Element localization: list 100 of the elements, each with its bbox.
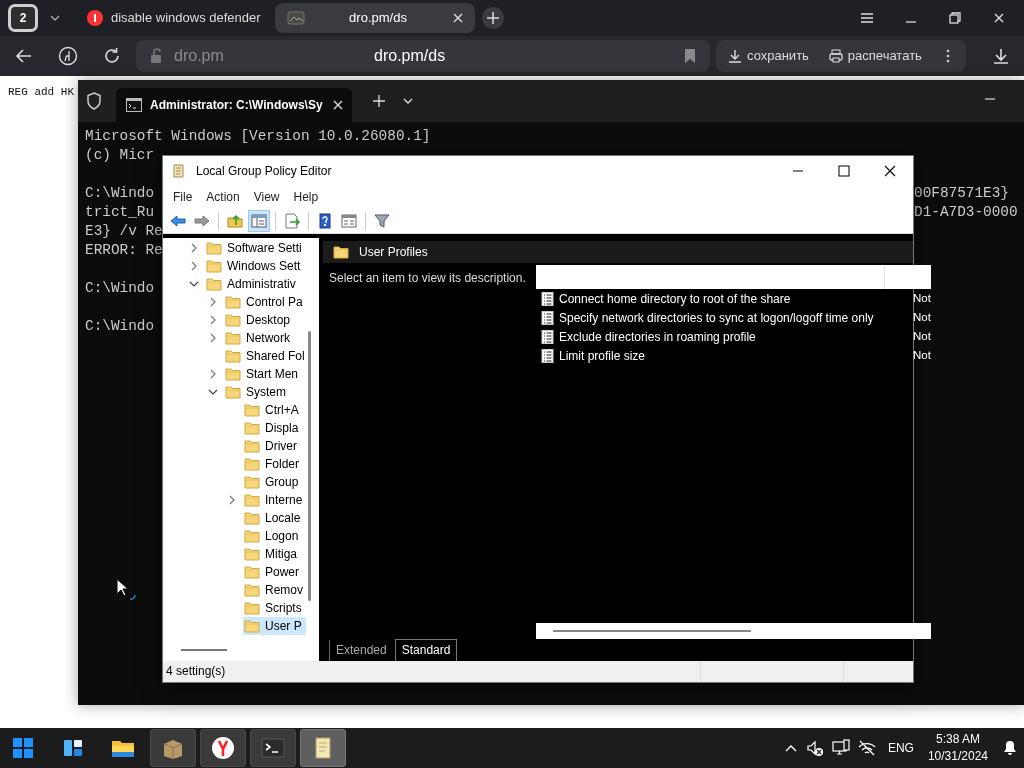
tree-item[interactable]: Shared Fol [224, 347, 309, 365]
folder-icon [244, 600, 260, 616]
domain-text: dro.pm [174, 46, 225, 66]
chevron-down-icon[interactable] [208, 387, 218, 397]
save-button[interactable]: сохранить [724, 43, 813, 69]
setting-name[interactable]: Exclude directories in roaming profile [559, 327, 913, 346]
speaker-muted-icon[interactable] [805, 739, 824, 757]
folder-icon [244, 402, 260, 418]
tab-count-button[interactable]: 2 [8, 4, 38, 32]
reload-icon[interactable] [102, 46, 122, 66]
tree-item[interactable]: Windows Sett [205, 257, 305, 275]
more-icon[interactable] [946, 49, 950, 63]
menu-item[interactable]: Help [286, 188, 326, 206]
download-icon[interactable] [992, 47, 1010, 65]
view-tab[interactable]: Standard [394, 639, 458, 661]
tree-item[interactable]: Software Setti [205, 239, 306, 257]
terminal-tab[interactable]: Administrator: C:\Windows\Sy [116, 88, 352, 122]
address-field[interactable]: dro.pm dro.pm/ds [136, 40, 710, 72]
menu-item[interactable]: View [246, 188, 287, 206]
console-text: ERROR: Re [85, 241, 163, 260]
scrollbar[interactable] [536, 623, 931, 639]
console-text: (c) Micr [85, 146, 155, 165]
folder-icon [225, 348, 241, 364]
url-text: dro.pm/ds [374, 46, 447, 66]
chevron-right-icon[interactable] [208, 315, 218, 325]
tree-item[interactable]: Remov [243, 581, 307, 599]
printer-icon [828, 49, 843, 63]
favicon-icon [287, 10, 305, 26]
clock-time[interactable]: 5:38 AM [927, 731, 988, 748]
folder-icon [225, 294, 241, 310]
tree-item[interactable]: Administrativ [205, 275, 300, 293]
folder-icon [225, 366, 241, 382]
browser-tab[interactable]: dro.pm/ds [275, 3, 475, 33]
console-text: C:\Windo [85, 317, 155, 336]
browser-tab[interactable]: disable windows defender [75, 3, 275, 33]
tree-pane-icon[interactable] [248, 209, 270, 232]
menu-item[interactable]: File [166, 188, 200, 206]
tree-item[interactable]: Network [224, 329, 294, 347]
console-text: E3} /v Re [85, 222, 163, 241]
folder-icon [244, 546, 260, 562]
setting-name[interactable]: Limit profile size [559, 346, 913, 365]
tree-item[interactable]: Scripts [243, 599, 306, 617]
tree-item[interactable]: Desktop [224, 311, 295, 329]
print-button[interactable]: распечатать [824, 43, 926, 69]
description-text: Select an item to view its description. [329, 271, 526, 285]
tree-item[interactable]: Folder [243, 455, 303, 473]
chevron-down-icon[interactable] [189, 279, 199, 289]
folder-icon [244, 438, 260, 454]
chevron-right-icon[interactable] [208, 297, 218, 307]
console-text: Microsoft Windows [Version 10.0.26080.1] [85, 127, 431, 146]
table-cell-text: Not [913, 347, 931, 363]
plus-icon[interactable] [481, 6, 505, 30]
chevron-right-icon[interactable] [208, 369, 218, 379]
close-icon[interactable] [883, 164, 897, 178]
tree-item[interactable]: Control Pa [224, 293, 307, 311]
plus-icon[interactable] [372, 94, 386, 108]
scrollbar[interactable] [308, 331, 311, 601]
language-indicator[interactable]: ENG [887, 739, 914, 757]
folder-icon [206, 276, 222, 292]
tree-item[interactable]: Mitiga [243, 545, 301, 563]
network-icon[interactable] [831, 739, 850, 757]
setting-name[interactable]: Connect home directory to root of the share [559, 289, 913, 308]
bell-icon[interactable] [1002, 740, 1018, 756]
close-icon[interactable] [992, 11, 1006, 25]
terminal-icon [261, 736, 285, 760]
setting-name[interactable]: Specify network directories to sync at logon/logoff time only [559, 308, 913, 327]
menu-item[interactable]: Action [199, 188, 247, 206]
tree-item[interactable]: Locale [243, 509, 305, 527]
taskbar-button[interactable] [200, 729, 246, 767]
clock-date[interactable]: 10/31/2024 [927, 748, 988, 765]
chevron-right-icon[interactable] [189, 261, 199, 271]
lock-icon [150, 48, 164, 64]
table-cell-text: Not [913, 290, 931, 306]
chevron-right-icon[interactable] [227, 495, 237, 505]
bookmark-icon[interactable] [684, 48, 696, 64]
tree-item[interactable]: Logon [243, 527, 303, 545]
tree-item[interactable]: System [224, 383, 290, 401]
tree-item[interactable]: Power [243, 563, 303, 581]
setting-icon [541, 291, 554, 306]
tree-item[interactable]: Group [243, 473, 303, 491]
folder-icon [244, 618, 260, 634]
shield-icon[interactable] [86, 92, 102, 110]
tree-item[interactable]: Start Men [224, 365, 303, 383]
folder-icon [225, 312, 241, 328]
tree-item[interactable]: Ctrl+A [243, 401, 303, 419]
close-icon[interactable] [451, 11, 465, 25]
menu-icon[interactable] [860, 11, 874, 25]
chevron-right-icon[interactable] [208, 333, 218, 343]
tree-item[interactable]: Interne [243, 491, 307, 509]
maximize-icon[interactable] [837, 164, 851, 178]
restore-icon[interactable] [948, 11, 962, 25]
chevron-right-icon[interactable] [189, 243, 199, 253]
yandex-logo-icon[interactable] [58, 46, 78, 66]
wifi-off-icon[interactable] [857, 739, 876, 757]
console-text: 00F87571E3} [914, 184, 1009, 203]
tree-item[interactable]: Driver [243, 437, 301, 455]
scrollbar[interactable] [181, 649, 227, 651]
tree-item[interactable]: User P [243, 617, 306, 635]
tree-item[interactable]: Displa [243, 419, 303, 437]
scroll-icon [171, 163, 187, 179]
